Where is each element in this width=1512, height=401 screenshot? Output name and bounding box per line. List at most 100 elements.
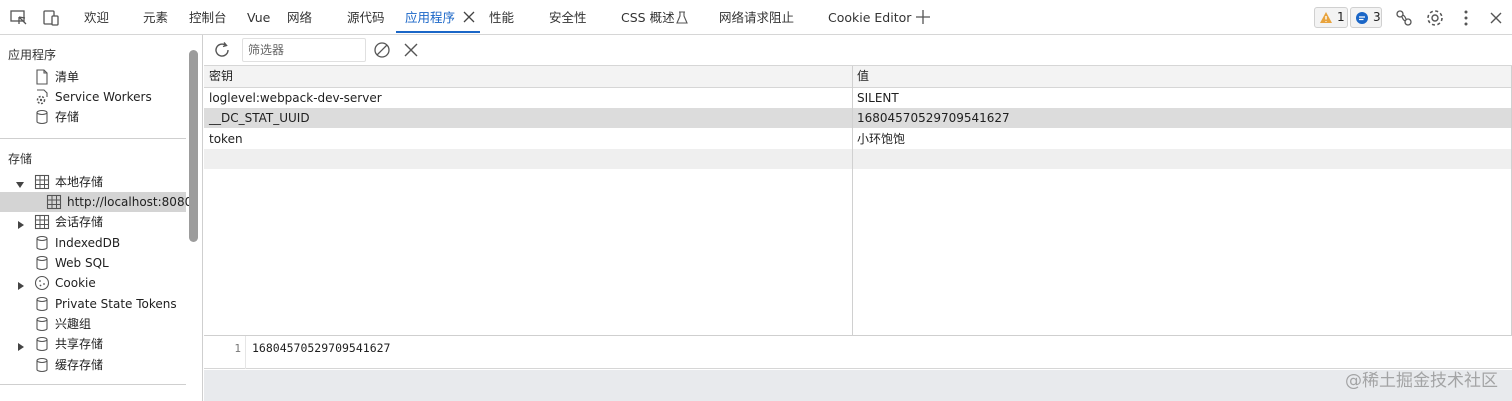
sidebar-item-label: 兴趣组 — [55, 317, 92, 331]
collapsed-arrow-icon[interactable] — [17, 218, 25, 229]
table-row[interactable]: token 小环饱饱 — [204, 129, 1512, 149]
sidebar-item-indexeddb[interactable]: IndexedDB — [34, 233, 184, 253]
gear-icon — [34, 89, 50, 105]
expanded-arrow-icon[interactable] — [16, 178, 24, 188]
sidebar-item-cookie[interactable]: Cookie — [34, 273, 184, 293]
watermark: @稀土掘金技术社区 — [1345, 371, 1498, 391]
grid-icon — [46, 194, 62, 210]
tab-network[interactable]: 网络 — [287, 0, 312, 35]
sidebar-scrollbar[interactable] — [189, 50, 198, 242]
grid-icon — [34, 214, 50, 230]
sidebar-item-interest-groups[interactable]: 兴趣组 — [34, 314, 184, 334]
sidebar-item-label: 清单 — [55, 70, 80, 84]
database-icon — [34, 235, 50, 251]
database-icon — [34, 357, 50, 373]
preview-content[interactable]: 16804570529709541627 — [252, 341, 390, 355]
tab-console[interactable]: 控制台 — [189, 0, 227, 35]
tab-elements[interactable]: 元素 — [143, 0, 168, 35]
sidebar-item-shared-storage[interactable]: 共享存储 — [34, 334, 184, 354]
sidebar-item-session-storage[interactable]: 会话存储 — [34, 212, 184, 232]
tab-welcome[interactable]: 欢迎 — [84, 0, 109, 35]
settings-icon[interactable] — [1425, 8, 1445, 28]
column-header-key[interactable]: 密钥 — [209, 66, 233, 86]
column-header-value[interactable]: 值 — [857, 66, 869, 86]
application-sidebar: 应用程序 清单 Service Workers 存储 存储 本地存储 http:… — [0, 35, 203, 401]
warnings-badge[interactable]: 1 — [1314, 7, 1348, 28]
warnings-count: 1 — [1337, 10, 1345, 24]
cell-value: 小环饱饱 — [857, 132, 906, 146]
flask-icon — [676, 11, 690, 25]
table-row[interactable]: loglevel:webpack-dev-server SILENT — [204, 88, 1512, 108]
sidebar-item-private-state-tokens[interactable]: Private State Tokens — [34, 294, 184, 314]
sidebar-item-label: Web SQL — [55, 256, 109, 270]
sidebar-item-label: 缓存存储 — [55, 358, 104, 372]
database-icon — [34, 255, 50, 271]
sidebar-item-label: 存储 — [55, 110, 80, 124]
table-header: 密钥 值 — [204, 66, 1512, 88]
cell-key: loglevel:webpack-dev-server — [209, 91, 382, 105]
sidebar-item-label: 共享存储 — [55, 337, 104, 351]
sidebar-divider — [0, 138, 186, 139]
sidebar-item-label: 会话存储 — [55, 215, 104, 229]
sidebar-divider — [0, 384, 186, 385]
table-row-empty[interactable] — [204, 149, 1512, 169]
tab-sources[interactable]: 源代码 — [347, 0, 385, 35]
cookie-icon — [34, 275, 50, 291]
line-gutter: 1 — [204, 336, 246, 369]
close-tab-icon[interactable] — [462, 10, 476, 24]
refresh-icon[interactable] — [212, 40, 232, 60]
sidebar-item-label: http://localhost:8080/ — [67, 195, 197, 209]
storage-toolbar — [204, 35, 1512, 66]
sidebar-item-localhost-origin[interactable]: http://localhost:8080/ — [0, 192, 196, 212]
tab-application-label: 应用程序 — [405, 10, 456, 25]
connection-icon[interactable] — [1394, 8, 1414, 28]
database-icon — [34, 109, 50, 125]
grid-icon — [34, 174, 50, 190]
warning-icon — [1320, 12, 1332, 23]
table-row-selected[interactable]: __DC_STAT_UUID 16804570529709541627 — [204, 108, 1512, 128]
add-tab-icon[interactable] — [915, 9, 931, 25]
tab-cookie-editor[interactable]: Cookie Editor — [828, 0, 911, 35]
tab-css-overview[interactable]: CSS 概述 — [621, 0, 675, 35]
sidebar-item-storage[interactable]: 存储 — [34, 107, 184, 127]
sidebar-item-service-workers[interactable]: Service Workers — [34, 87, 184, 107]
collapsed-arrow-icon[interactable] — [17, 279, 25, 290]
inspect-element-icon[interactable] — [9, 8, 29, 28]
messages-count: 3 — [1373, 10, 1381, 24]
close-devtools-icon[interactable] — [1486, 8, 1506, 28]
clear-all-icon[interactable] — [372, 40, 392, 60]
sidebar-item-cache-storage[interactable]: 缓存存储 — [34, 355, 184, 375]
sidebar-item-local-storage[interactable]: 本地存储 — [34, 172, 184, 192]
sidebar-item-web-sql[interactable]: Web SQL — [34, 253, 184, 273]
delete-selected-icon[interactable] — [402, 41, 420, 59]
database-icon — [34, 336, 50, 352]
sidebar-item-label: IndexedDB — [55, 236, 121, 250]
file-icon — [34, 69, 50, 85]
sidebar-item-label: Cookie — [55, 276, 96, 290]
devtools-tab-bar: 欢迎 元素 控制台 Vue 网络 源代码 应用程序 性能 安全性 CSS 概述 … — [0, 0, 1512, 35]
tab-vue[interactable]: Vue — [247, 0, 270, 35]
sidebar-item-label: Service Workers — [55, 90, 152, 104]
app-section-title: 应用程序 — [8, 48, 57, 62]
tab-network-request-blocking[interactable]: 网络请求阻止 — [719, 0, 794, 35]
cell-value: SILENT — [857, 91, 899, 105]
database-icon — [34, 316, 50, 332]
message-icon — [1356, 12, 1368, 24]
filter-input[interactable] — [242, 38, 366, 62]
messages-badge[interactable]: 3 — [1350, 7, 1382, 28]
value-preview: 1 16804570529709541627 — [204, 336, 1512, 369]
sidebar-item-manifest[interactable]: 清单 — [34, 67, 184, 87]
cell-key: __DC_STAT_UUID — [209, 111, 310, 125]
sidebar-item-label: Private State Tokens — [55, 297, 177, 311]
more-options-icon[interactable] — [1456, 8, 1476, 28]
cell-key: token — [209, 132, 243, 146]
sidebar-item-label: 本地存储 — [55, 175, 104, 189]
empty-panel-area — [204, 370, 1512, 401]
column-divider[interactable] — [852, 66, 853, 336]
collapsed-arrow-icon[interactable] — [17, 340, 25, 351]
device-toggle-icon[interactable] — [41, 8, 61, 28]
tab-performance[interactable]: 性能 — [489, 0, 514, 35]
line-number: 1 — [234, 342, 241, 355]
storage-section-title: 存储 — [8, 152, 33, 166]
tab-security[interactable]: 安全性 — [549, 0, 587, 35]
